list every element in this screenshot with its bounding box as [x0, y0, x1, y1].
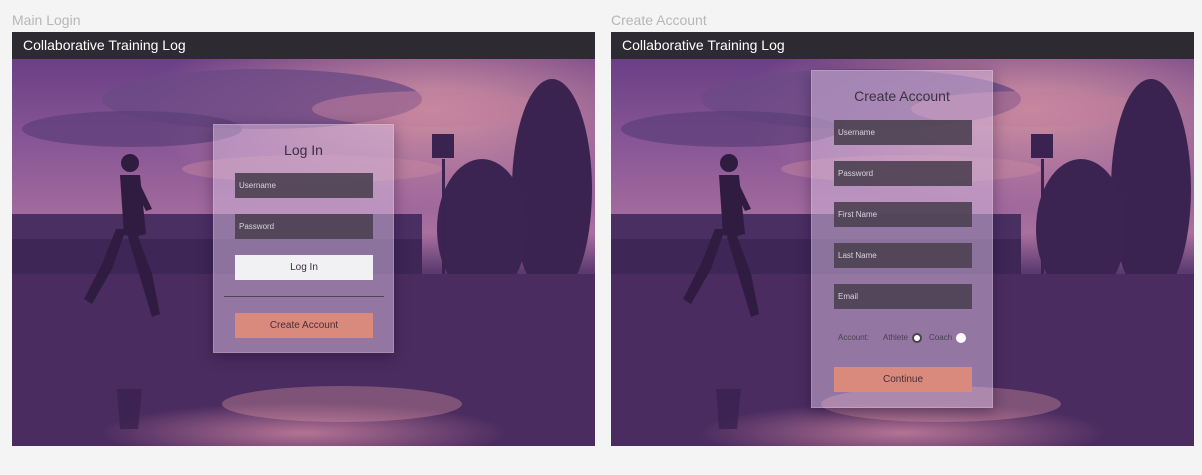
- coach-radio[interactable]: [956, 333, 966, 343]
- app-title-bar: Collaborative Training Log: [611, 32, 1194, 59]
- coach-option-label: Coach: [929, 333, 953, 342]
- create-account-panel-title: Create Account: [854, 88, 950, 104]
- username-input[interactable]: Username: [834, 120, 972, 145]
- username-input[interactable]: Username: [235, 173, 373, 198]
- main-login-screen: Collaborative Training Log Log In Userna…: [12, 32, 595, 446]
- account-type-selector: Account: Athlete Coach: [838, 332, 978, 344]
- last-name-input[interactable]: Last Name: [834, 243, 972, 268]
- frame-label-create-account: Create Account: [611, 12, 707, 28]
- create-account-button[interactable]: Create Account: [235, 313, 373, 338]
- password-input[interactable]: Password: [235, 214, 373, 239]
- email-input[interactable]: Email: [834, 284, 972, 309]
- password-input[interactable]: Password: [834, 161, 972, 186]
- athlete-radio[interactable]: [912, 333, 922, 343]
- app-title-bar: Collaborative Training Log: [12, 32, 595, 59]
- continue-button[interactable]: Continue: [834, 367, 972, 392]
- login-panel: Log In Username Password Log In Create A…: [213, 124, 394, 353]
- create-account-panel: Create Account Username Password First N…: [811, 70, 993, 408]
- login-panel-title: Log In: [284, 142, 323, 158]
- athlete-option-label: Athlete: [883, 333, 908, 342]
- create-account-screen: Collaborative Training Log Create Accoun…: [611, 32, 1194, 446]
- frame-label-main-login: Main Login: [12, 12, 81, 28]
- divider: [224, 296, 384, 297]
- first-name-input[interactable]: First Name: [834, 202, 972, 227]
- account-type-label: Account:: [838, 333, 870, 342]
- login-button[interactable]: Log In: [235, 255, 373, 280]
